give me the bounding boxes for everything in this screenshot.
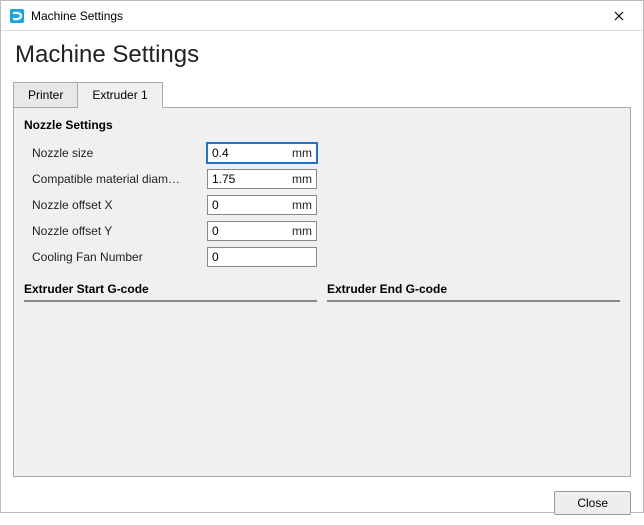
input-unit: mm	[292, 146, 312, 160]
cooling-fan-number-input[interactable]: 0	[207, 247, 317, 267]
tab-extruder-1[interactable]: Extruder 1	[78, 82, 162, 108]
tab-printer[interactable]: Printer	[13, 82, 78, 108]
input-value: 0.4	[212, 146, 292, 160]
input-value: 0	[212, 198, 292, 212]
close-button[interactable]: Close	[554, 491, 631, 515]
page-title: Machine Settings	[15, 41, 629, 69]
nozzle-settings-heading: Nozzle Settings	[24, 118, 620, 132]
nozzle-offset-y-input[interactable]: 0 mm	[207, 221, 317, 241]
window-close-button[interactable]	[599, 2, 639, 30]
input-value: 1.75	[212, 172, 292, 186]
input-unit: mm	[292, 198, 312, 212]
close-icon	[614, 11, 624, 21]
extruder-end-gcode-label: Extruder End G-code	[327, 282, 620, 296]
material-diameter-input[interactable]: 1.75 mm	[207, 169, 317, 189]
input-unit: mm	[292, 224, 312, 238]
nozzle-offset-y-label: Nozzle offset Y	[32, 224, 207, 238]
tab-label: Printer	[28, 88, 63, 102]
nozzle-size-label: Nozzle size	[32, 146, 207, 160]
extruder-start-gcode-textarea[interactable]	[24, 300, 317, 302]
nozzle-offset-x-label: Nozzle offset X	[32, 198, 207, 212]
tab-bar: Printer Extruder 1	[13, 81, 631, 107]
input-value: 0	[212, 250, 312, 264]
input-unit: mm	[292, 172, 312, 186]
nozzle-offset-x-input[interactable]: 0 mm	[207, 195, 317, 215]
extruder-end-gcode-textarea[interactable]	[327, 300, 620, 302]
tab-label: Extruder 1	[92, 88, 147, 102]
material-diameter-label: Compatible material diam…	[32, 172, 207, 186]
nozzle-size-input[interactable]: 0.4 mm	[207, 143, 317, 163]
tab-panel: Nozzle Settings Nozzle size 0.4 mm Compa…	[13, 107, 631, 477]
input-value: 0	[212, 224, 292, 238]
cooling-fan-number-label: Cooling Fan Number	[32, 250, 207, 264]
window-title: Machine Settings	[31, 9, 599, 23]
app-icon	[9, 8, 25, 24]
extruder-start-gcode-label: Extruder Start G-code	[24, 282, 317, 296]
